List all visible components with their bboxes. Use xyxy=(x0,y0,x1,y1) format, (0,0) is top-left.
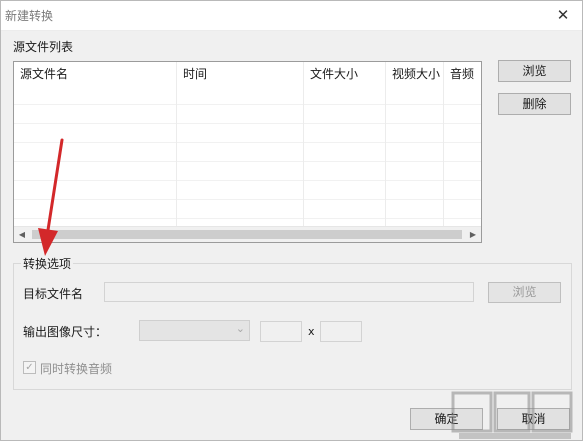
scroll-left-icon[interactable]: ◀ xyxy=(14,227,30,242)
column-divider xyxy=(176,62,177,228)
ok-button[interactable]: 确定 xyxy=(410,408,483,430)
output-size-select[interactable]: ⌄ xyxy=(139,320,250,341)
cancel-button[interactable]: 取消 xyxy=(497,408,570,430)
delete-button[interactable]: 删除 xyxy=(498,93,571,115)
column-header-video-size[interactable]: 视频大小 xyxy=(386,62,444,86)
convert-audio-label[interactable]: 同时转换音频 xyxy=(40,360,112,377)
column-header-source-name[interactable]: 源文件名 xyxy=(14,62,177,86)
source-file-list[interactable]: 源文件名 时间 文件大小 视频大小 音频 ◀ ▶ xyxy=(13,61,482,243)
source-list-label: 源文件列表 xyxy=(13,40,74,54)
new-conversion-dialog: 新建转换 ✕ 源文件列表 源文件名 时间 文件大小 视频大小 音频 ◀ ▶ 浏览… xyxy=(0,0,583,441)
empty-row xyxy=(14,143,481,162)
empty-row xyxy=(14,124,481,143)
convert-audio-checkbox[interactable]: ✓ xyxy=(23,361,36,374)
close-icon[interactable]: ✕ xyxy=(552,5,574,25)
column-header-time[interactable]: 时间 xyxy=(177,62,304,86)
target-filename-field[interactable] xyxy=(104,282,474,302)
window-title: 新建转换 xyxy=(5,9,54,23)
scroll-right-icon[interactable]: ▶ xyxy=(465,227,481,242)
title-bar: 新建转换 ✕ xyxy=(1,1,582,31)
column-header-file-size[interactable]: 文件大小 xyxy=(304,62,386,86)
horizontal-scrollbar[interactable]: ◀ ▶ xyxy=(14,226,481,242)
list-header: 源文件名 时间 文件大小 视频大小 音频 xyxy=(14,62,481,86)
column-divider xyxy=(443,62,444,228)
empty-row xyxy=(14,181,481,200)
column-header-audio[interactable]: 音频 xyxy=(444,62,480,86)
height-field[interactable] xyxy=(320,321,362,342)
browse-source-button[interactable]: 浏览 xyxy=(498,60,571,82)
empty-row xyxy=(14,105,481,124)
output-size-label: 输出图像尺寸： xyxy=(23,325,108,339)
chevron-down-icon: ⌄ xyxy=(235,322,245,335)
conversion-options-title: 转换选项 xyxy=(21,255,74,272)
column-divider xyxy=(385,62,386,228)
scroll-thumb[interactable] xyxy=(32,230,462,239)
empty-row xyxy=(14,162,481,181)
empty-row xyxy=(14,86,481,105)
target-filename-label: 目标文件名 xyxy=(23,287,84,301)
browse-target-button[interactable]: 浏览 xyxy=(488,282,561,303)
column-divider xyxy=(303,62,304,228)
width-field[interactable] xyxy=(260,321,302,342)
size-separator: x xyxy=(308,325,315,338)
list-body xyxy=(14,86,481,228)
empty-row xyxy=(14,200,481,219)
